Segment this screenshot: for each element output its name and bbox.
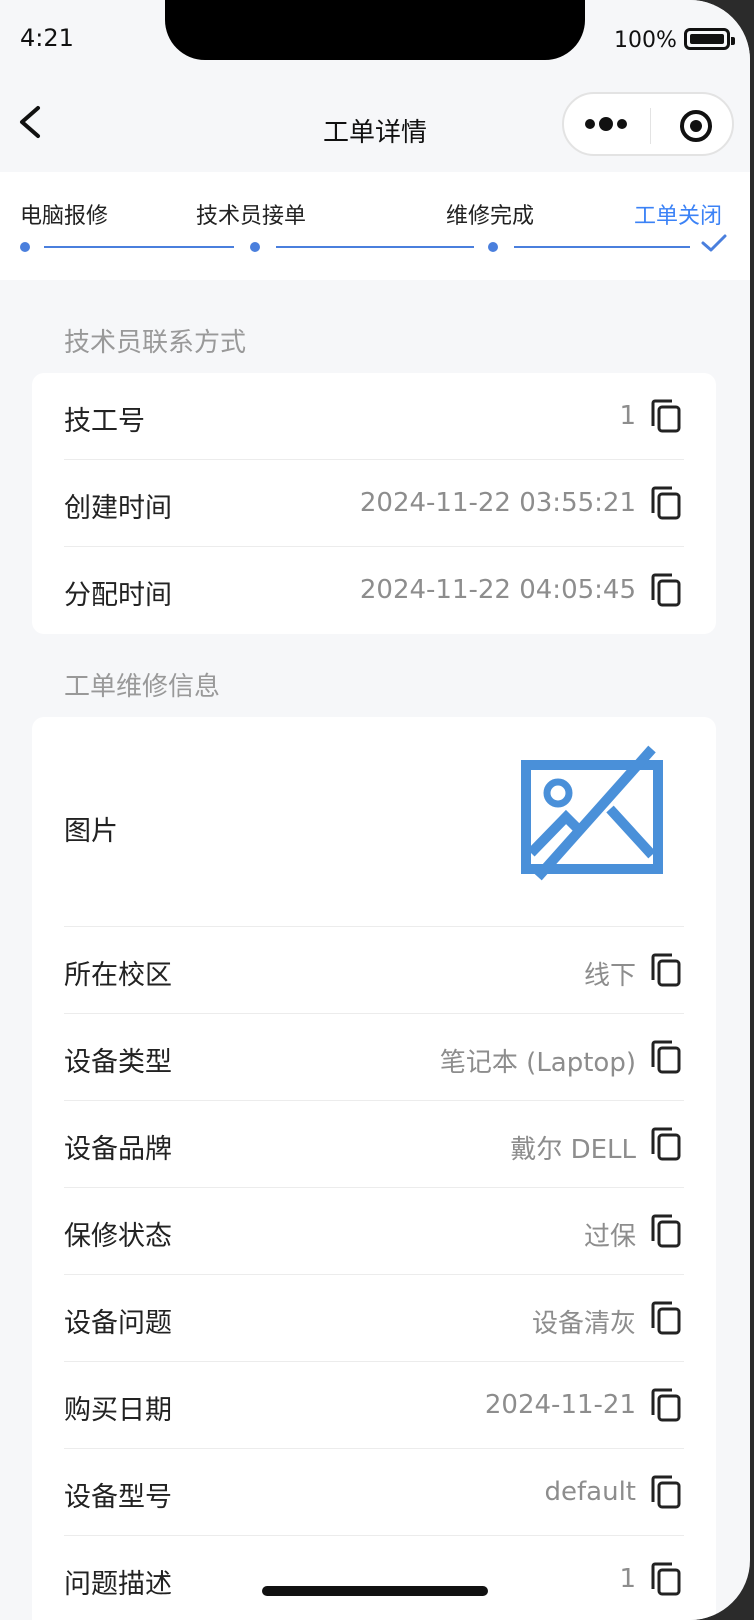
row-label: 所在校区	[64, 960, 172, 991]
step-dot	[488, 242, 498, 252]
row-value: 笔记本 (Laptop)	[439, 1048, 636, 1078]
navigation-bar: 工单详情	[0, 86, 750, 172]
technician-card: 技工号 1 创建时间 2024-11-22 03:55:21 分配时间 2024…	[32, 373, 716, 634]
copy-icon[interactable]	[650, 1301, 682, 1335]
copy-icon[interactable]	[650, 1475, 682, 1509]
status-time: 4:21	[20, 24, 74, 52]
info-row-device-type: 设备类型 笔记本 (Laptop)	[64, 1014, 684, 1101]
copy-icon[interactable]	[650, 1214, 682, 1248]
step-dot	[250, 242, 260, 252]
row-label: 创建时间	[64, 493, 172, 524]
info-row-problem-description: 问题描述 1	[64, 1536, 684, 1620]
copy-icon[interactable]	[650, 486, 682, 520]
step-label-closed: 工单关闭	[634, 204, 723, 229]
row-label: 设备型号	[64, 1482, 172, 1513]
step-connector	[276, 246, 474, 248]
row-label: 设备品牌	[64, 1134, 172, 1165]
close-mini-program-button[interactable]	[678, 108, 714, 144]
broken-image-icon[interactable]	[518, 745, 668, 885]
row-label: 问题描述	[64, 1569, 172, 1600]
row-label: 购买日期	[64, 1395, 172, 1426]
status-bar: 4:21 100%	[0, 0, 750, 86]
progress-steps: 电脑报修 技术员接单 维修完成 工单关闭	[0, 172, 750, 280]
mini-program-capsule	[562, 92, 734, 156]
row-label: 技工号	[64, 406, 145, 437]
info-row-assigned-time: 分配时间 2024-11-22 04:05:45	[64, 547, 684, 634]
battery-percent: 100%	[614, 28, 677, 53]
step-label-report: 电脑报修	[20, 204, 109, 229]
info-row-device-model: 设备型号 default	[64, 1449, 684, 1536]
row-value: 线下	[583, 961, 636, 991]
section-title-repair: 工单维修信息	[64, 672, 221, 702]
phone-screen: 4:21 100% 工单详情 电脑报修 技术员接单 维修完成 工单关闭 技术员联…	[0, 0, 750, 1620]
row-value: 2024-11-22 03:55:21	[359, 488, 636, 518]
more-button[interactable]	[582, 110, 642, 138]
row-label: 保修状态	[64, 1221, 172, 1252]
copy-icon[interactable]	[650, 953, 682, 987]
home-indicator[interactable]	[262, 1586, 488, 1596]
info-row-created-time: 创建时间 2024-11-22 03:55:21	[64, 460, 684, 547]
capsule-divider	[650, 108, 651, 144]
row-value: 过保	[583, 1222, 636, 1252]
row-label: 设备类型	[64, 1047, 172, 1078]
copy-icon[interactable]	[650, 1127, 682, 1161]
copy-icon[interactable]	[650, 573, 682, 607]
info-row-image: 图片	[64, 717, 684, 927]
info-row-tech-id: 技工号 1	[64, 373, 684, 460]
more-dots-icon	[585, 117, 627, 131]
copy-icon[interactable]	[650, 1562, 682, 1596]
step-connector	[44, 246, 234, 248]
info-row-purchase-date: 购买日期 2024-11-21	[64, 1362, 684, 1449]
info-row-campus: 所在校区 线下	[64, 927, 684, 1014]
info-row-device-issue: 设备问题 设备清灰	[64, 1275, 684, 1362]
row-value: 2024-11-22 04:05:45	[359, 575, 636, 605]
step-label-accept: 技术员接单	[196, 204, 307, 229]
row-value: default	[544, 1477, 636, 1507]
target-icon	[680, 110, 712, 142]
copy-icon[interactable]	[650, 1388, 682, 1422]
copy-icon[interactable]	[650, 399, 682, 433]
step-connector	[514, 246, 690, 248]
row-label: 图片	[64, 816, 118, 847]
step-label-complete: 维修完成	[446, 204, 535, 229]
info-row-device-brand: 设备品牌 戴尔 DELL	[64, 1101, 684, 1188]
copy-icon[interactable]	[650, 1040, 682, 1074]
row-label: 设备问题	[64, 1308, 172, 1339]
row-value: 1	[619, 401, 636, 431]
section-title-technician: 技术员联系方式	[64, 328, 247, 358]
checkmark-icon	[701, 234, 727, 252]
row-value: 戴尔 DELL	[510, 1135, 636, 1165]
row-value: 设备清灰	[531, 1309, 636, 1339]
battery-icon	[684, 28, 735, 50]
step-dot	[20, 242, 30, 252]
row-label: 分配时间	[64, 580, 172, 611]
repair-card: 图片 所在校区 线下 设备类型 笔记本 (Laptop) 设备品牌 戴尔 DEL…	[32, 717, 716, 1620]
camera-notch	[165, 0, 585, 60]
info-row-warranty: 保修状态 过保	[64, 1188, 684, 1275]
row-value: 1	[619, 1564, 636, 1594]
row-value: 2024-11-21	[484, 1390, 636, 1420]
